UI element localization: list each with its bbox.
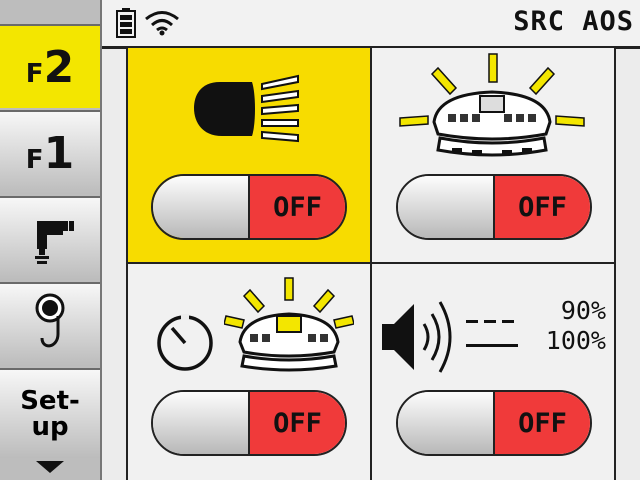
f1-button[interactable]: F1	[0, 110, 100, 194]
hook-button[interactable]	[0, 282, 100, 366]
toggle-off-label: OFF	[250, 392, 345, 454]
volume-icon	[382, 301, 452, 373]
volume-high-value: 100%	[545, 326, 606, 355]
toggle-off-label: OFF	[250, 176, 345, 238]
setup-label: Set- up	[20, 386, 80, 442]
f2-button[interactable]: F2	[0, 24, 100, 108]
toggle-on-side	[398, 176, 495, 238]
work-light-icon	[35, 221, 74, 264]
work-light-button[interactable]	[0, 196, 100, 280]
headlight-tile[interactable]: OFF	[128, 48, 372, 264]
battery-icon	[116, 8, 136, 38]
toggle-on-side	[153, 392, 250, 454]
timer-icon	[157, 314, 213, 371]
machine-beacon-icon	[399, 53, 585, 157]
delayed-beacon-toggle[interactable]: OFF	[151, 390, 347, 456]
delayed-beacon-tile[interactable]: OFF	[128, 264, 372, 480]
wifi-icon	[145, 11, 179, 36]
toggle-on-side	[153, 176, 250, 238]
control-grid: OFF OFF OFF 90% 100% OFF	[126, 48, 616, 480]
f1-label: F1	[25, 127, 75, 179]
volume-toggle[interactable]: OFF	[396, 390, 592, 456]
delayed-beacon-icon	[224, 277, 354, 372]
beacon-toggle[interactable]: OFF	[396, 174, 592, 240]
toggle-on-side	[398, 392, 495, 454]
toggle-off-label: OFF	[495, 392, 590, 454]
scroll-down-icon[interactable]	[36, 461, 64, 475]
device-title: SRC AOS	[513, 6, 634, 37]
volume-low-value: 90%	[560, 296, 606, 325]
f2-label: F2	[25, 41, 75, 93]
sidebar-header	[0, 0, 100, 24]
sidebar: F2 F1 Set- up	[0, 0, 102, 480]
volume-levels: 90% 100%	[546, 296, 606, 356]
toggle-off-label: OFF	[495, 176, 590, 238]
headlight-icon	[194, 74, 299, 143]
setup-button[interactable]: Set- up	[0, 368, 100, 458]
volume-tile[interactable]: 90% 100% OFF	[372, 264, 616, 480]
beacon-tile[interactable]: OFF	[372, 48, 616, 264]
level-indicator-icon	[466, 320, 518, 347]
status-bar: SRC AOS	[102, 0, 640, 49]
hook-icon	[35, 293, 65, 348]
headlight-toggle[interactable]: OFF	[151, 174, 347, 240]
